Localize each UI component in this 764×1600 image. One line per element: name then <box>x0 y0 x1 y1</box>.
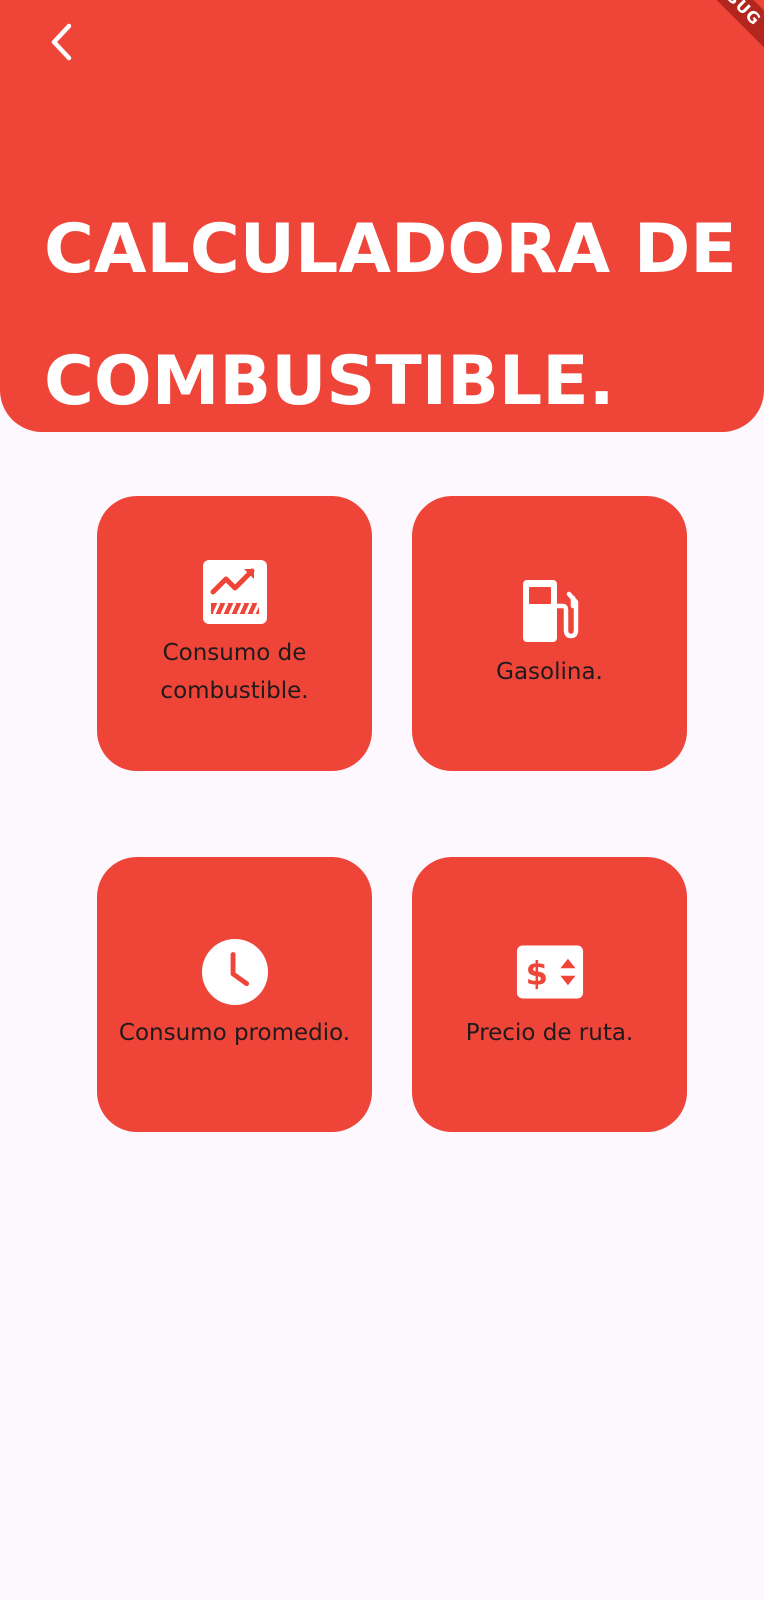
chevron-left-icon <box>51 23 72 61</box>
fuel-consumption-label-line-1: Consumo de <box>162 639 307 666</box>
page-title-line-1: CALCULADORA DE <box>44 210 737 289</box>
fuel-consumption-label: Consumo de combustible. <box>160 634 308 710</box>
clock-icon <box>201 938 269 1006</box>
svg-text:$: $ <box>525 954 547 992</box>
chart-icon <box>201 558 269 626</box>
gasoline-label-line-1: Gasolina. <box>496 658 603 685</box>
average-consumption-label-line-1: Consumo promedio. <box>118 1019 351 1046</box>
route-price-button[interactable]: $ Precio de ruta. <box>412 857 687 1132</box>
fuel-consumption-button[interactable]: Consumo de combustible. <box>97 496 372 771</box>
back-button[interactable] <box>30 10 94 74</box>
fuel-consumption-label-line-2: combustible. <box>160 677 309 704</box>
price-change-icon: $ <box>516 938 584 1006</box>
route-price-label: Precio de ruta. <box>466 1014 634 1052</box>
page-title: CALCULADORA DE COMBUSTIBLE. <box>44 184 737 432</box>
route-price-label-line-1: Precio de ruta. <box>465 1019 634 1046</box>
gas-pump-icon <box>516 577 584 645</box>
average-consumption-button[interactable]: Consumo promedio. <box>97 857 372 1132</box>
app-header: CALCULADORA DE COMBUSTIBLE. DEBUG <box>0 0 764 432</box>
page-title-line-2: COMBUSTIBLE. <box>44 342 615 421</box>
gasoline-button[interactable]: Gasolina. <box>412 496 687 771</box>
debug-banner: DEBUG <box>682 0 764 51</box>
average-consumption-label: Consumo promedio. <box>119 1014 350 1052</box>
gasoline-label: Gasolina. <box>496 653 603 691</box>
